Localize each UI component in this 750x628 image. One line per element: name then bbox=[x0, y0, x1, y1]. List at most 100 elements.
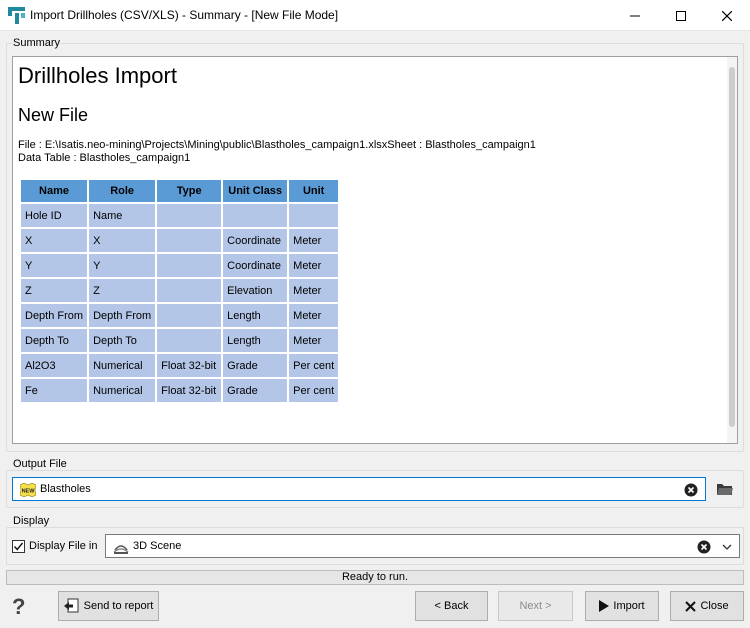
table-cell: Depth From bbox=[21, 304, 88, 327]
table-cell: Length bbox=[223, 304, 288, 327]
table-row: X X Coordinate Meter bbox=[21, 229, 339, 252]
close-label: Close bbox=[700, 600, 729, 612]
variables-table: Name Role Type Unit Class Unit Hole ID Name X X… bbox=[19, 178, 340, 404]
table-cell: X bbox=[89, 229, 156, 252]
folder-open-icon[interactable] bbox=[716, 481, 734, 497]
table-cell: Y bbox=[89, 254, 156, 277]
scrollbar-thumb[interactable] bbox=[729, 67, 735, 427]
close-button[interactable]: Close bbox=[670, 591, 744, 621]
minimize-button[interactable] bbox=[612, 0, 658, 31]
table-cell: Grade bbox=[223, 354, 288, 377]
table-cell: Meter bbox=[289, 254, 339, 277]
table-cell bbox=[157, 329, 222, 352]
table-cell bbox=[157, 304, 222, 327]
table-row: Fe Numerical Float 32-bit Grade Per cent bbox=[21, 379, 339, 402]
table-cell: Elevation bbox=[223, 279, 288, 302]
back-button[interactable]: < Back bbox=[415, 591, 488, 621]
column-header: Name bbox=[21, 180, 88, 202]
data-table-line: Data Table : Blastholes_campaign1 bbox=[18, 152, 191, 164]
table-row: Z Z Elevation Meter bbox=[21, 279, 339, 302]
close-x-icon bbox=[685, 600, 697, 612]
table-cell: Z bbox=[21, 279, 88, 302]
send-to-report-label: Send to report bbox=[83, 600, 154, 612]
output-file-value: Blastholes bbox=[40, 483, 91, 495]
summary-subheading: New File bbox=[18, 105, 89, 125]
table-cell: Al2O3 bbox=[21, 354, 88, 377]
file-path-line: File : E:\Isatis.neo-mining\Projects\Min… bbox=[18, 139, 536, 151]
new-badge-text: NEW bbox=[22, 489, 36, 495]
table-cell bbox=[157, 229, 222, 252]
table-cell: Z bbox=[89, 279, 156, 302]
display-file-label: Display File in bbox=[29, 540, 98, 552]
table-cell: Name bbox=[89, 204, 156, 227]
window-title: Import Drillholes (CSV/XLS) - Summary - … bbox=[30, 8, 339, 22]
table-cell: Per cent bbox=[289, 379, 339, 402]
column-header: Type bbox=[157, 180, 222, 202]
display-target-value: 3D Scene bbox=[133, 540, 182, 552]
file-info: File : E:\Isatis.neo-mining\Projects\Min… bbox=[18, 139, 536, 165]
display-file-checkbox[interactable] bbox=[12, 540, 25, 553]
maximize-button[interactable] bbox=[658, 0, 704, 31]
table-cell: Meter bbox=[289, 279, 339, 302]
table-cell bbox=[223, 204, 288, 227]
table-cell: Depth To bbox=[21, 329, 88, 352]
play-icon bbox=[599, 600, 610, 612]
next-button[interactable]: Next > bbox=[498, 591, 573, 621]
table-cell: Grade bbox=[223, 379, 288, 402]
summary-pane: Drillholes Import New File File : E:\Isa… bbox=[12, 56, 738, 444]
column-header: Unit Class bbox=[223, 180, 288, 202]
send-to-report-button[interactable]: Send to report bbox=[58, 591, 159, 621]
table-row: Al2O3 Numerical Float 32-bit Grade Per cent bbox=[21, 354, 339, 377]
close-icon bbox=[722, 10, 732, 21]
import-label: Import bbox=[613, 600, 645, 612]
3d-scene-icon bbox=[113, 545, 129, 554]
title-bar: Import Drillholes (CSV/XLS) - Summary - … bbox=[0, 0, 750, 31]
table-cell: X bbox=[21, 229, 88, 252]
table-cell: Hole ID bbox=[21, 204, 88, 227]
table-row: Y Y Coordinate Meter bbox=[21, 254, 339, 277]
table-cell: Meter bbox=[289, 229, 339, 252]
table-cell: Fe bbox=[21, 379, 88, 402]
table-cell: Per cent bbox=[289, 354, 339, 377]
new-file-icon: NEW bbox=[20, 483, 36, 497]
next-label: Next > bbox=[519, 600, 552, 612]
summary-scrollbar[interactable] bbox=[727, 57, 737, 443]
back-label: < Back bbox=[434, 600, 469, 612]
table-body: Hole ID Name X X Coordinate Meter Y Y Coordinate… bbox=[21, 204, 339, 402]
output-file-field[interactable]: NEW Blastholes bbox=[12, 477, 706, 501]
column-header: Role bbox=[89, 180, 156, 202]
status-bar: Ready to run. bbox=[6, 570, 744, 585]
table-cell: Coordinate bbox=[223, 254, 288, 277]
chevron-down-icon[interactable] bbox=[722, 543, 732, 551]
table-cell: Meter bbox=[289, 304, 339, 327]
table-cell bbox=[157, 254, 222, 277]
report-icon bbox=[63, 598, 79, 613]
table-cell: Float 32-bit bbox=[157, 379, 222, 402]
import-button[interactable]: Import bbox=[585, 591, 659, 621]
clear-output-icon[interactable] bbox=[684, 483, 698, 497]
table-cell: Depth To bbox=[89, 329, 156, 352]
table-row: Depth To Depth To Length Meter bbox=[21, 329, 339, 352]
table-row: Depth From Depth From Length Meter bbox=[21, 304, 339, 327]
table-row: Hole ID Name bbox=[21, 204, 339, 227]
summary-heading: Drillholes Import bbox=[18, 63, 177, 88]
table-cell: Y bbox=[21, 254, 88, 277]
close-window-button[interactable] bbox=[704, 0, 750, 31]
table-cell bbox=[289, 204, 339, 227]
minimize-icon bbox=[630, 15, 640, 16]
table-header-row: Name Role Type Unit Class Unit bbox=[21, 180, 339, 202]
maximize-icon bbox=[676, 10, 686, 21]
output-file-group-label: Output File bbox=[13, 458, 67, 470]
column-header: Unit bbox=[289, 180, 339, 202]
display-target-select[interactable]: 3D Scene bbox=[105, 534, 740, 558]
table-cell: Numerical bbox=[89, 354, 156, 377]
checkmark-icon bbox=[13, 542, 24, 551]
table-cell: Numerical bbox=[89, 379, 156, 402]
table-cell: Coordinate bbox=[223, 229, 288, 252]
help-icon[interactable]: ? bbox=[12, 594, 30, 619]
table-cell bbox=[157, 204, 222, 227]
table-cell bbox=[157, 279, 222, 302]
clear-display-icon[interactable] bbox=[697, 540, 711, 554]
table-cell: Length bbox=[223, 329, 288, 352]
table-cell: Meter bbox=[289, 329, 339, 352]
